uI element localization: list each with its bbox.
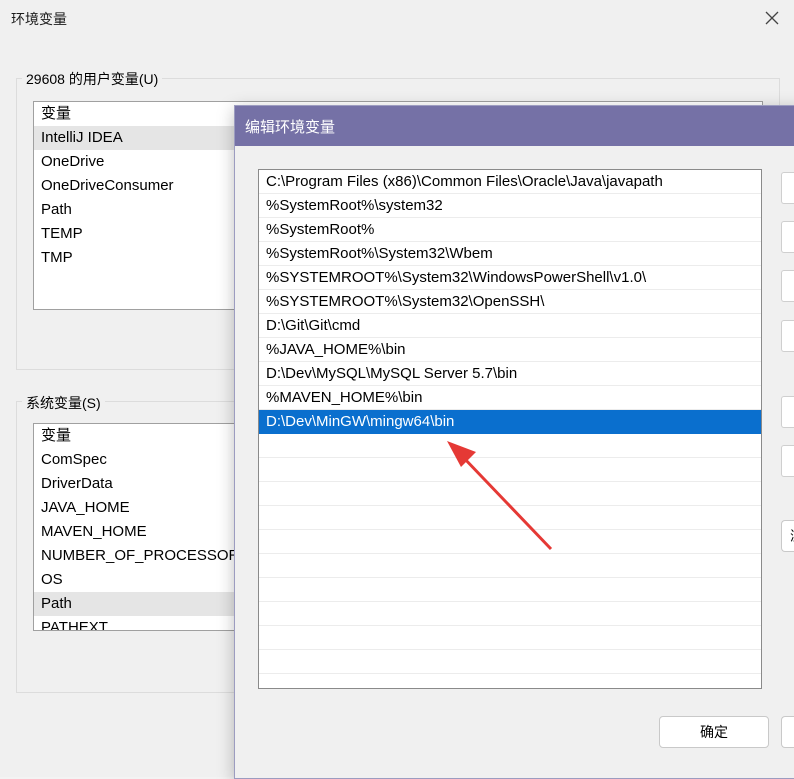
annotation-arrow-icon (447, 441, 553, 551)
